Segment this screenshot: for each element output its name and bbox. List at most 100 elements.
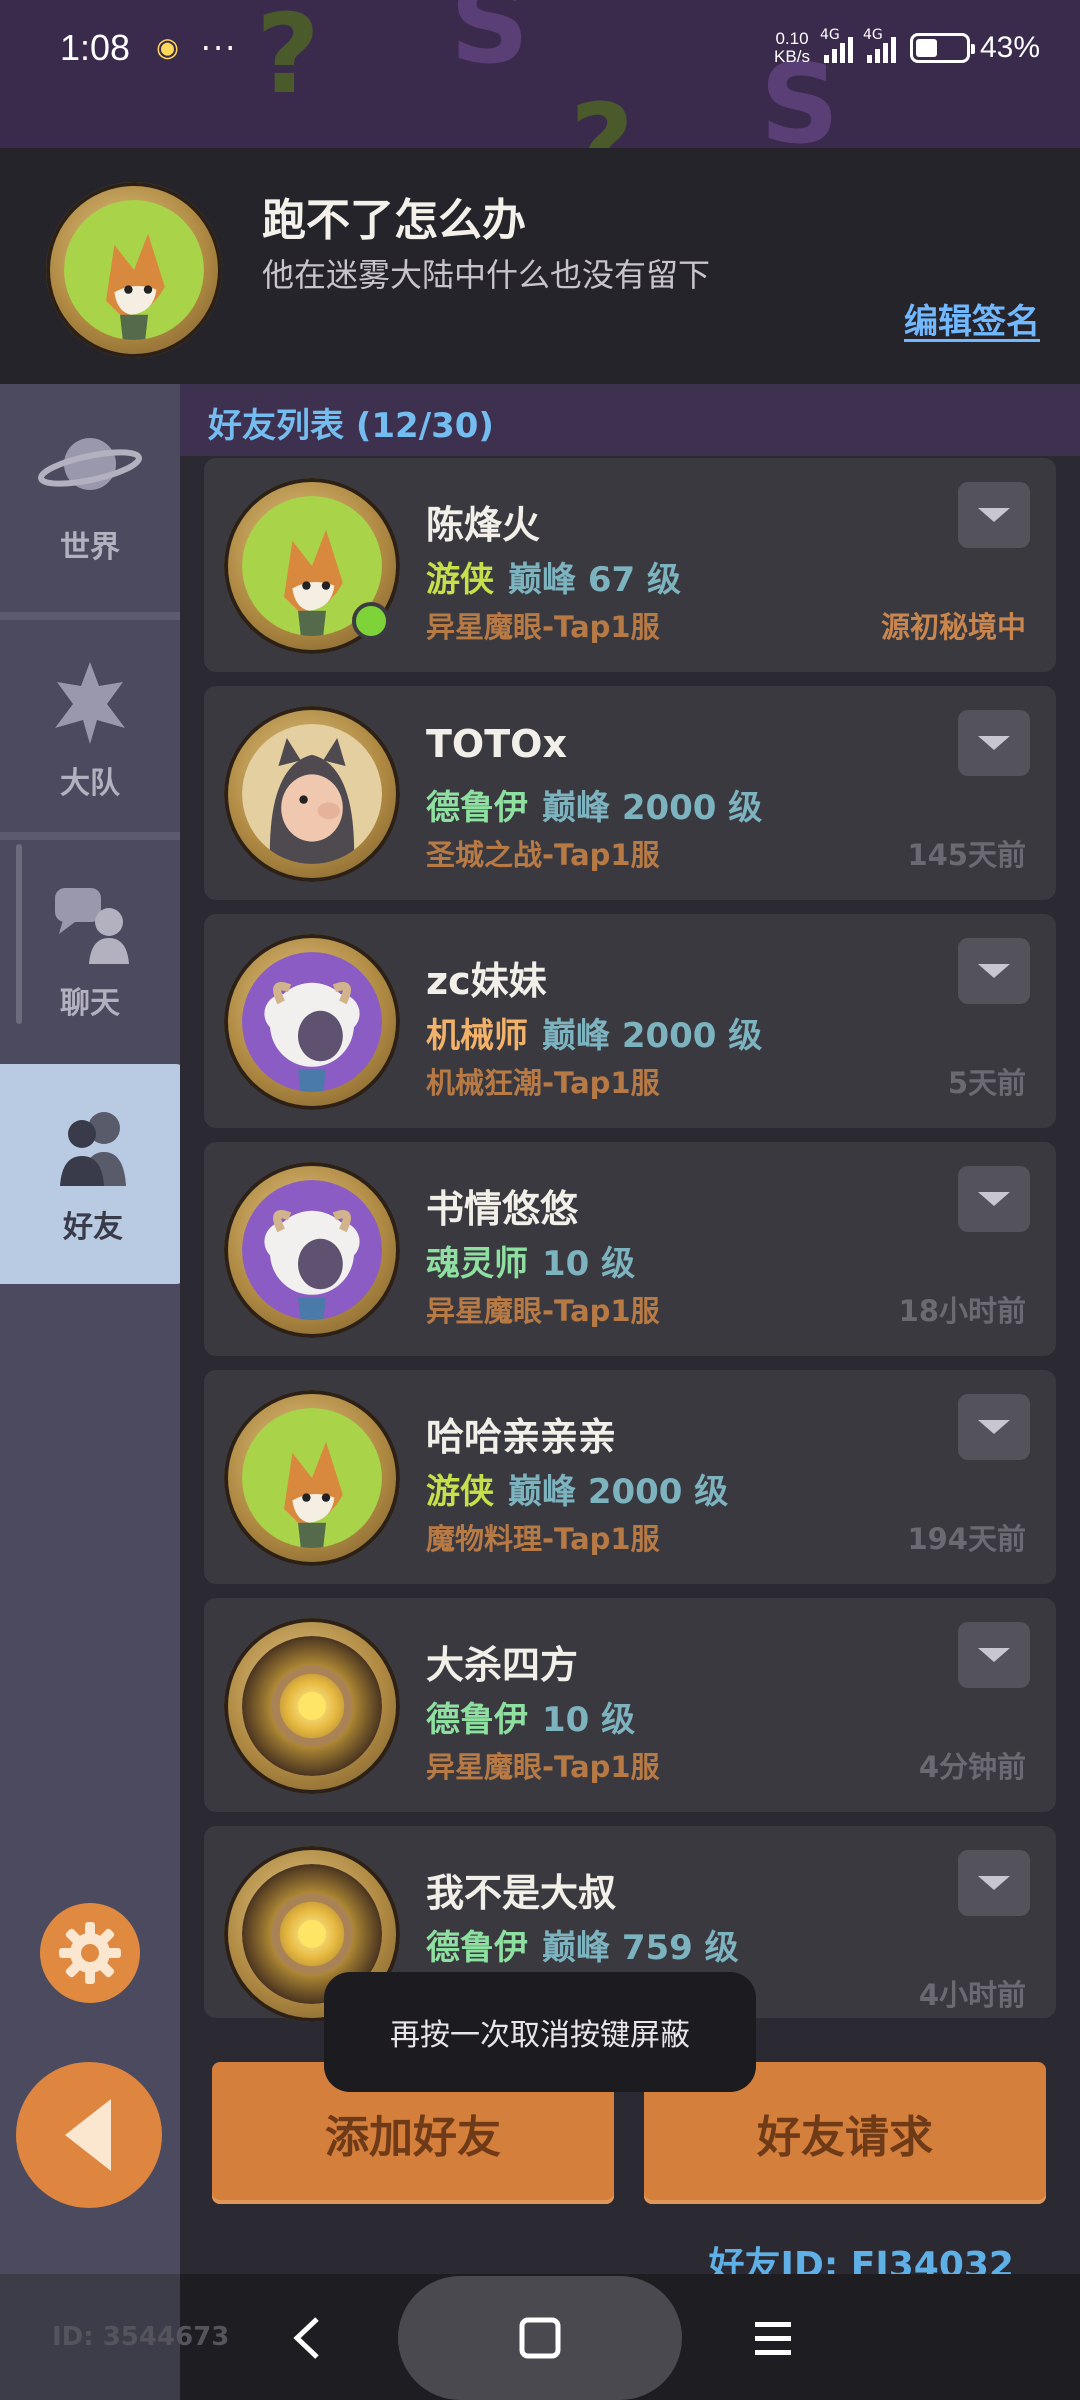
sidebar-tab-guild[interactable]: 大队: [0, 620, 180, 840]
nav-home-button[interactable]: [398, 2276, 682, 2400]
notification-app-icon: ◉: [156, 33, 179, 63]
friend-card[interactable]: 哈哈亲亲亲 游侠 巅峰 2000 级 魔物料理-Tap1服 194天前: [204, 1370, 1056, 1584]
friend-level: 巅峰 2000 级: [542, 788, 763, 828]
chevron-down-icon: [978, 736, 1010, 750]
avatar-sheep-image: [242, 1180, 382, 1320]
avatar-orb-image: [242, 1636, 382, 1776]
network-speed-value: 0.10: [775, 29, 809, 48]
friend-last-seen: 194天前: [907, 1522, 1026, 1556]
friend-name: TOTOx: [426, 722, 567, 766]
friends-list-title: 好友列表 (12/30): [208, 406, 494, 446]
friend-last-seen: 145天前: [907, 838, 1026, 872]
friend-class-level: 游侠 巅峰 67 级: [426, 552, 681, 601]
friend-class: 魂灵师: [426, 1244, 528, 1284]
friend-last-seen: 4小时前: [918, 1978, 1026, 2012]
friend-level: 巅峰 2000 级: [542, 1016, 763, 1056]
signal-2-icon: 4G: [863, 27, 896, 63]
friend-level: 10 级: [542, 1244, 636, 1284]
avatar-bear-image: [242, 724, 382, 864]
chevron-down-icon: [978, 1192, 1010, 1206]
friend-class: 游侠: [426, 560, 494, 600]
more-notifications-icon: ···: [200, 29, 238, 67]
friend-level: 巅峰 759 级: [542, 1928, 739, 1968]
friend-card[interactable]: 陈烽火 游侠 巅峰 67 级 异星魔眼-Tap1服 源初秘境中: [204, 458, 1056, 672]
friend-last-seen: 18小时前: [898, 1294, 1026, 1328]
nav-back-icon: [293, 2317, 319, 2359]
friend-card[interactable]: 书情悠悠 魂灵师 10 级 异星魔眼-Tap1服 18小时前: [204, 1142, 1056, 1356]
sidebar-tab-label: 大队: [60, 766, 120, 801]
friend-last-seen: 5天前: [947, 1066, 1026, 1100]
battery-fill: [915, 39, 937, 57]
friend-options-dropdown[interactable]: [958, 1850, 1030, 1916]
friend-card[interactable]: zc妹妹 机械师 巅峰 2000 级 机械狂潮-Tap1服 5天前: [204, 914, 1056, 1128]
friend-name: 哈哈亲亲亲: [426, 1415, 617, 1459]
friend-avatar[interactable]: [224, 934, 400, 1110]
sidebar-tab-chat[interactable]: 聊天: [0, 840, 180, 1060]
friend-class: 德鲁伊: [426, 1700, 528, 1740]
sidebar-tab-label: 聊天: [60, 986, 120, 1021]
friend-options-dropdown[interactable]: [958, 1394, 1030, 1460]
profile-signature: 他在迷雾大陆中什么也没有留下: [262, 256, 711, 294]
friend-options-dropdown[interactable]: [958, 482, 1030, 548]
friend-avatar[interactable]: [224, 1390, 400, 1566]
signal-2-label: 4G: [862, 27, 883, 43]
sidebar-divider: [0, 832, 180, 840]
friend-server: 圣城之战-Tap1服: [426, 838, 660, 872]
friend-name: zc妹妹: [426, 959, 547, 1003]
friend-card[interactable]: TOTOx 德鲁伊 巅峰 2000 级 圣城之战-Tap1服 145天前: [204, 686, 1056, 900]
gear-icon: [59, 1922, 121, 1984]
nav-menu-button[interactable]: [728, 2300, 818, 2376]
status-bar: 1:08 ◉ ··· 0.10 KB/s 4G 4G 43%: [0, 0, 1080, 96]
avatar-fox-image: [242, 1408, 382, 1548]
friend-name: 书情悠悠: [426, 1187, 579, 1231]
friend-class-level: 德鲁伊 10 级: [426, 1692, 635, 1741]
friends-icon: [60, 1112, 126, 1186]
guild-emblem-icon: [55, 662, 125, 744]
friend-avatar[interactable]: [224, 1162, 400, 1338]
sidebar-tab-label: 好友: [63, 1210, 123, 1245]
settings-button[interactable]: [40, 1903, 140, 2003]
online-status-icon: [352, 602, 390, 640]
edit-signature-link[interactable]: 编辑签名: [904, 294, 1040, 343]
friend-avatar[interactable]: [224, 1618, 400, 1794]
battery-percent: 43%: [979, 31, 1040, 64]
friend-name: 大杀四方: [426, 1643, 579, 1687]
chevron-down-icon: [978, 508, 1010, 522]
chevron-down-icon: [978, 1648, 1010, 1662]
friend-name: 陈烽火: [426, 503, 541, 547]
sidebar-tab-world[interactable]: 世界: [0, 384, 180, 604]
friend-options-dropdown[interactable]: [958, 710, 1030, 776]
friend-avatar[interactable]: [224, 706, 400, 882]
chat-icon: [55, 888, 129, 964]
sidebar-divider: [0, 612, 180, 620]
status-time: 1:08: [60, 27, 131, 68]
friend-level: 10 级: [542, 1700, 636, 1740]
battery-icon: [909, 33, 975, 63]
chevron-down-icon: [978, 964, 1010, 978]
avatar-fox-image: [64, 200, 204, 340]
friend-server: 异星魔眼-Tap1服: [426, 1294, 660, 1328]
profile-avatar[interactable]: [46, 182, 222, 358]
back-button[interactable]: [16, 2062, 162, 2208]
friend-server: 异星魔眼-Tap1服: [426, 1750, 660, 1784]
status-right: 0.10 KB/s 4G 4G 43%: [774, 27, 1040, 66]
device-id: ID: 3544673: [52, 2322, 230, 2352]
friend-options-dropdown[interactable]: [958, 938, 1030, 1004]
chevron-down-icon: [978, 1876, 1010, 1890]
friend-options-dropdown[interactable]: [958, 1166, 1030, 1232]
friend-last-seen: 源初秘境中: [880, 610, 1026, 644]
friend-last-seen: 4分钟前: [918, 1750, 1026, 1784]
friend-class: 德鲁伊: [426, 788, 528, 828]
toast-message: 再按一次取消按键屏蔽: [324, 1972, 756, 2092]
chevron-down-icon: [978, 1420, 1010, 1434]
friend-class: 游侠: [426, 1472, 494, 1512]
nav-menu-icon: [755, 2322, 791, 2355]
friend-card[interactable]: 大杀四方 德鲁伊 10 级 异星魔眼-Tap1服 4分钟前: [204, 1598, 1056, 1812]
nav-back-button[interactable]: [262, 2300, 352, 2376]
planet-icon: [38, 438, 142, 490]
friend-options-dropdown[interactable]: [958, 1622, 1030, 1688]
back-arrow-icon: [65, 2099, 111, 2171]
nav-home-icon: [519, 2317, 561, 2359]
friend-class-level: 德鲁伊 巅峰 759 级: [426, 1920, 739, 1969]
sidebar-tab-friends[interactable]: 好友: [0, 1064, 186, 1284]
